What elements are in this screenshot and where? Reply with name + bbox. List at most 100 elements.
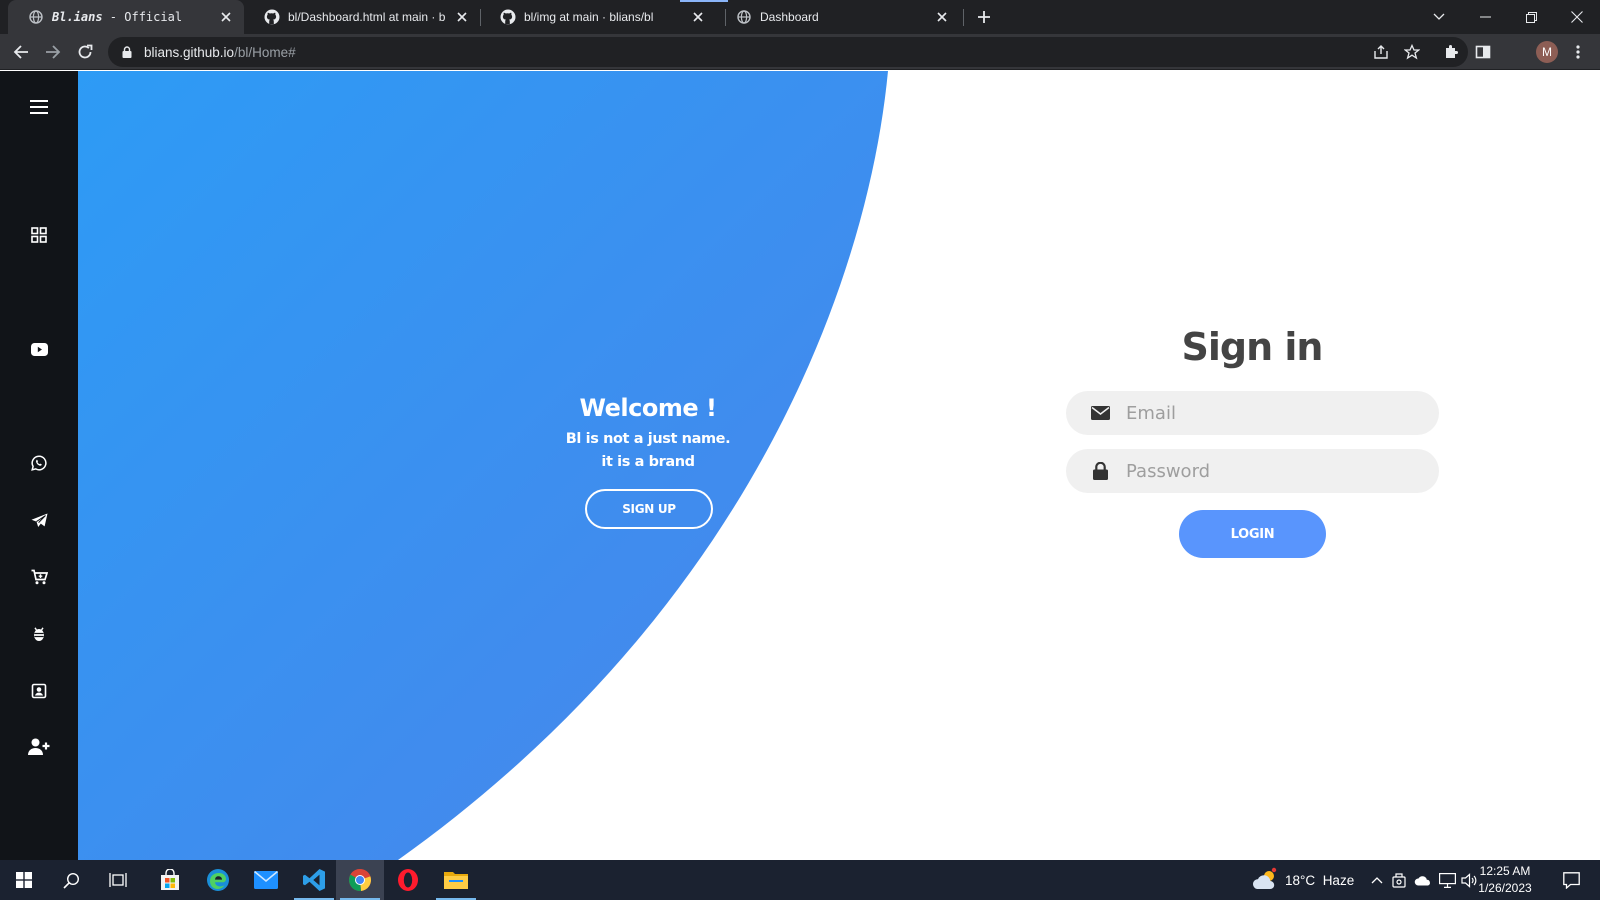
tab-search-button[interactable] — [1416, 0, 1462, 34]
vscode-icon — [303, 869, 325, 891]
weather-widget[interactable]: 18°C Haze — [1285, 860, 1354, 900]
chevron-down-icon — [1433, 13, 1445, 20]
close-icon — [1571, 11, 1583, 23]
search-icon — [62, 872, 79, 889]
address-bar[interactable]: blians.github.io/bl/Home# — [108, 37, 1468, 67]
lock-icon — [120, 45, 134, 59]
browser-tab-blians-official[interactable]: Bl.ians - Official — [8, 0, 244, 34]
chrome-icon — [348, 869, 371, 892]
action-center-icon — [1562, 871, 1580, 889]
login-button[interactable]: LOGIN — [1179, 510, 1326, 558]
welcome-title: Welcome ! — [579, 394, 717, 422]
taskbar-mail[interactable] — [242, 860, 290, 900]
close-tab-icon[interactable] — [454, 9, 470, 25]
bookmark-button[interactable] — [1401, 41, 1423, 63]
forward-button[interactable] — [42, 41, 64, 63]
sidebar-item-telegram[interactable] — [27, 508, 51, 532]
telegram-icon — [31, 513, 47, 527]
opera-icon — [398, 869, 418, 891]
url-text: blians.github.io/bl/Home# — [144, 44, 296, 60]
sidebar-item-add-user[interactable] — [27, 735, 51, 759]
windows-taskbar: 18°C Haze 12:25 AM 1/26/2023 — [0, 860, 1600, 900]
plus-icon — [978, 11, 990, 23]
sidebar-item-menu[interactable] — [27, 95, 51, 119]
sidebar-item-cart[interactable] — [27, 565, 51, 589]
browser-tab-dashboard[interactable]: Dashboard — [716, 0, 960, 34]
menu-icon — [30, 100, 48, 114]
grid-icon — [31, 227, 47, 243]
side-panel-button[interactable] — [1472, 41, 1494, 63]
reload-button[interactable] — [74, 41, 96, 63]
tab-title: Bl.ians - Official — [52, 10, 183, 24]
back-button[interactable] — [10, 41, 32, 63]
start-button[interactable] — [0, 860, 48, 900]
sidebar-item-bug[interactable] — [27, 622, 51, 646]
profile-avatar[interactable]: M — [1536, 41, 1558, 63]
taskbar-chrome[interactable] — [336, 860, 384, 900]
show-hidden-icons-button[interactable] — [1367, 870, 1387, 890]
cart-icon — [31, 569, 48, 585]
sidebar-item-contact[interactable] — [27, 679, 51, 703]
browser-tab-dashboard-github[interactable]: bl/Dashboard.html at main · blians/bl — [244, 0, 480, 34]
browser-toolbar: blians.github.io/bl/Home# M — [0, 34, 1600, 70]
main-content: Welcome ! Bl is not a just name. it is a … — [78, 71, 1600, 860]
onedrive-icon[interactable] — [1413, 870, 1433, 890]
weather-description: Haze — [1322, 872, 1355, 888]
contact-icon — [31, 683, 47, 699]
tab-title: Dashboard — [760, 10, 819, 24]
taskbar-search-button[interactable] — [47, 860, 95, 900]
taskbar-file-explorer[interactable] — [432, 860, 480, 900]
task-view-button[interactable] — [94, 860, 142, 900]
chrome-menu-button[interactable] — [1567, 41, 1589, 63]
system-clock[interactable]: 12:25 AM 1/26/2023 — [1470, 863, 1540, 897]
clock-date: 1/26/2023 — [1478, 881, 1532, 895]
meet-now-icon[interactable] — [1389, 870, 1409, 890]
mail-icon — [254, 871, 278, 889]
restore-button[interactable] — [1508, 0, 1554, 34]
taskbar-vscode[interactable] — [290, 860, 338, 900]
back-arrow-icon — [13, 45, 28, 59]
chevron-up-icon — [1371, 877, 1383, 884]
reload-icon — [78, 44, 93, 59]
forward-arrow-icon — [46, 45, 61, 59]
tab-title: bl/img at main · blians/bl — [524, 10, 654, 24]
password-field[interactable] — [1066, 449, 1439, 493]
password-input[interactable] — [1126, 460, 1426, 482]
close-tab-icon[interactable] — [218, 9, 234, 25]
close-window-button[interactable] — [1554, 0, 1600, 34]
add-user-icon — [28, 738, 50, 755]
kebab-menu-icon — [1576, 45, 1580, 59]
extensions-button[interactable] — [1440, 41, 1462, 63]
share-button[interactable] — [1370, 41, 1392, 63]
bug-icon — [34, 627, 44, 641]
github-icon — [264, 9, 280, 25]
profile-initial: M — [1542, 45, 1552, 59]
github-icon — [500, 9, 516, 25]
sidebar-item-whatsapp[interactable] — [27, 451, 51, 475]
browser-tab-img-github[interactable]: bl/img at main · blians/bl — [480, 0, 716, 34]
side-panel-icon — [1475, 45, 1491, 59]
close-tab-icon[interactable] — [690, 9, 706, 25]
taskbar-edge[interactable] — [194, 860, 242, 900]
email-input[interactable] — [1126, 402, 1426, 424]
whatsapp-icon — [31, 455, 47, 471]
tab-separator — [963, 9, 964, 26]
sign-in-title: Sign in — [1181, 325, 1324, 369]
clock-time: 12:25 AM — [1479, 864, 1531, 878]
email-field[interactable] — [1066, 391, 1439, 435]
minimize-button[interactable] — [1462, 0, 1508, 34]
notifications-button[interactable] — [1561, 870, 1581, 890]
tab-title: bl/Dashboard.html at main · blians/bl — [288, 10, 446, 24]
browser-tab-strip: Bl.ians - Official bl/Dashboard.html at … — [0, 0, 1600, 34]
close-tab-icon[interactable] — [934, 9, 950, 25]
sign-up-button[interactable]: SIGN UP — [585, 489, 713, 529]
new-tab-button[interactable] — [974, 7, 994, 27]
sidebar — [0, 71, 78, 860]
weather-icon[interactable] — [1252, 866, 1280, 894]
youtube-icon — [30, 342, 48, 356]
network-icon[interactable] — [1437, 870, 1457, 890]
sidebar-item-youtube[interactable] — [27, 337, 51, 361]
taskbar-store[interactable] — [146, 860, 194, 900]
taskbar-opera[interactable] — [384, 860, 432, 900]
sidebar-item-dashboard[interactable] — [27, 223, 51, 247]
